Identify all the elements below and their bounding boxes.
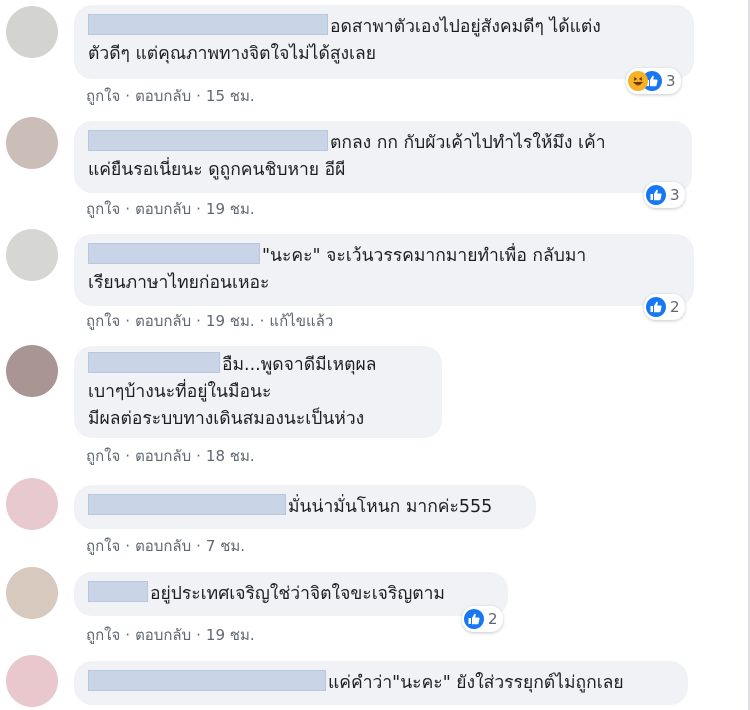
avatar[interactable] bbox=[6, 117, 58, 169]
redacted-author-name[interactable] bbox=[88, 494, 286, 515]
like-icon bbox=[464, 609, 484, 629]
reply-link[interactable]: ตอบกลับ bbox=[135, 200, 191, 218]
reaction-count: 2 bbox=[488, 610, 498, 628]
comment-actions: ถูกใจ · ตอบกลับ · 15 ชม. bbox=[86, 87, 255, 105]
like-link[interactable]: ถูกใจ bbox=[86, 626, 120, 644]
avatar[interactable] bbox=[6, 345, 58, 397]
avatar[interactable] bbox=[6, 567, 58, 619]
like-link[interactable]: ถูกใจ bbox=[86, 447, 120, 465]
avatar[interactable] bbox=[6, 6, 58, 58]
reaction-summary[interactable]: 2 bbox=[462, 606, 503, 632]
reply-link[interactable]: ตอบกลับ bbox=[135, 537, 191, 555]
reply-link[interactable]: ตอบกลับ bbox=[135, 626, 191, 644]
comment-bubble: อดสาพาตัวเองไปอยู่สังคมดีๆ ได้แต่ง ตัวดี… bbox=[74, 5, 694, 79]
redacted-author-name[interactable] bbox=[88, 670, 326, 691]
reaction-count: 2 bbox=[670, 298, 680, 316]
like-icon bbox=[646, 185, 666, 205]
comment-actions: ถูกใจ · ตอบกลับ · 19 ชม. bbox=[86, 626, 255, 644]
redacted-author-name[interactable] bbox=[88, 352, 220, 373]
reaction-summary[interactable]: 3 bbox=[644, 182, 685, 208]
comment-text-line: แค่คำว่า"นะคะ" ยังใส่วรรยุกต์ไม่ถูกเลย bbox=[328, 673, 624, 693]
comment-bubble: อยู่ประเทศเจริญใช่ว่าจิตใจขะเจริญตาม bbox=[74, 572, 508, 616]
comment-text-line: แค่ยืนรอเนี่ยนะ ดูถูกคนชิบหาย อีผี bbox=[88, 160, 346, 180]
timestamp[interactable]: 19 ชม. bbox=[206, 200, 255, 218]
avatar[interactable] bbox=[6, 655, 58, 707]
like-link[interactable]: ถูกใจ bbox=[86, 87, 120, 105]
comment-actions: ถูกใจ · ตอบกลับ · 19 ชม. · แก้ไขแล้ว bbox=[86, 312, 334, 330]
comment-bubble: มั่นน่ามั่นโหนก มากค่ะ555 bbox=[74, 485, 536, 529]
comment-text-line: "นะคะ" จะเว้นวรรคมากมายทำเพื่อ กลับมา bbox=[262, 246, 587, 266]
like-icon bbox=[646, 297, 666, 317]
timestamp[interactable]: 19 ชม. bbox=[206, 626, 255, 644]
comment-text-line: เรียนภาษาไทยก่อนเหอะ bbox=[88, 273, 270, 293]
comment-text-line: อยู่ประเทศเจริญใช่ว่าจิตใจขะเจริญตาม bbox=[150, 584, 445, 604]
timestamp[interactable]: 19 ชม. bbox=[206, 312, 255, 330]
comment-actions: ถูกใจ · ตอบกลับ · 7 ชม. bbox=[86, 537, 246, 555]
comment-text-line: มีผลต่อระบบทางเดินสมองนะเป็นห่วง bbox=[88, 409, 365, 429]
avatar[interactable] bbox=[6, 478, 58, 530]
reply-link[interactable]: ตอบกลับ bbox=[135, 312, 191, 330]
comment-bubble: ตกลง กก กับผัวเค้าไปทำไรให้มึง เค้า แค่ย… bbox=[74, 121, 692, 193]
comment-text-line: อืม...พูดจาดีมีเหตุผล bbox=[222, 355, 377, 375]
comment-text-line: เบาๆบ้างนะที่อยู่ในมือนะ bbox=[88, 382, 272, 402]
comment-text-line: ตัวดีๆ แต่คุณภาพทางจิตใจไม่ได้สูงเลย bbox=[88, 44, 377, 64]
timestamp[interactable]: 15 ชม. bbox=[206, 87, 255, 105]
comment-text-line: อดสาพาตัวเองไปอยู่สังคมดีๆ ได้แต่ง bbox=[330, 17, 601, 37]
reaction-count: 3 bbox=[666, 72, 676, 90]
comment-bubble: อืม...พูดจาดีมีเหตุผล เบาๆบ้างนะที่อยู่ใ… bbox=[74, 346, 442, 438]
reaction-count: 3 bbox=[670, 186, 680, 204]
reply-link[interactable]: ตอบกลับ bbox=[135, 87, 191, 105]
like-link[interactable]: ถูกใจ bbox=[86, 537, 120, 555]
reply-link[interactable]: ตอบกลับ bbox=[135, 447, 191, 465]
redacted-author-name[interactable] bbox=[88, 243, 260, 264]
redacted-author-name[interactable] bbox=[88, 581, 148, 602]
reaction-summary[interactable]: 3 bbox=[626, 68, 681, 94]
comment-thread: อดสาพาตัวเองไปอยู่สังคมดีๆ ได้แต่ง ตัวดี… bbox=[0, 0, 750, 710]
comment-bubble: แค่คำว่า"นะคะ" ยังใส่วรรยุกต์ไม่ถูกเลย bbox=[74, 661, 688, 705]
timestamp[interactable]: 7 ชม. bbox=[206, 537, 245, 555]
redacted-author-name[interactable] bbox=[88, 130, 328, 151]
comment-actions: ถูกใจ · ตอบกลับ · 18 ชม. bbox=[86, 447, 255, 465]
like-link[interactable]: ถูกใจ bbox=[86, 200, 120, 218]
timestamp[interactable]: 18 ชม. bbox=[206, 447, 255, 465]
comment-text-line: ตกลง กก กับผัวเค้าไปทำไรให้มึง เค้า bbox=[330, 133, 606, 153]
comment-text-line: มั่นน่ามั่นโหนก มากค่ะ555 bbox=[288, 497, 493, 517]
comment-bubble: "นะคะ" จะเว้นวรรคมากมายทำเพื่อ กลับมา เร… bbox=[74, 234, 694, 306]
avatar[interactable] bbox=[6, 229, 58, 281]
reaction-summary[interactable]: 2 bbox=[644, 294, 685, 320]
like-link[interactable]: ถูกใจ bbox=[86, 312, 120, 330]
redacted-author-name[interactable] bbox=[88, 14, 328, 35]
edited-label[interactable]: แก้ไขแล้ว bbox=[269, 312, 333, 330]
haha-icon bbox=[628, 71, 648, 91]
comment-actions: ถูกใจ · ตอบกลับ · 19 ชม. bbox=[86, 200, 255, 218]
